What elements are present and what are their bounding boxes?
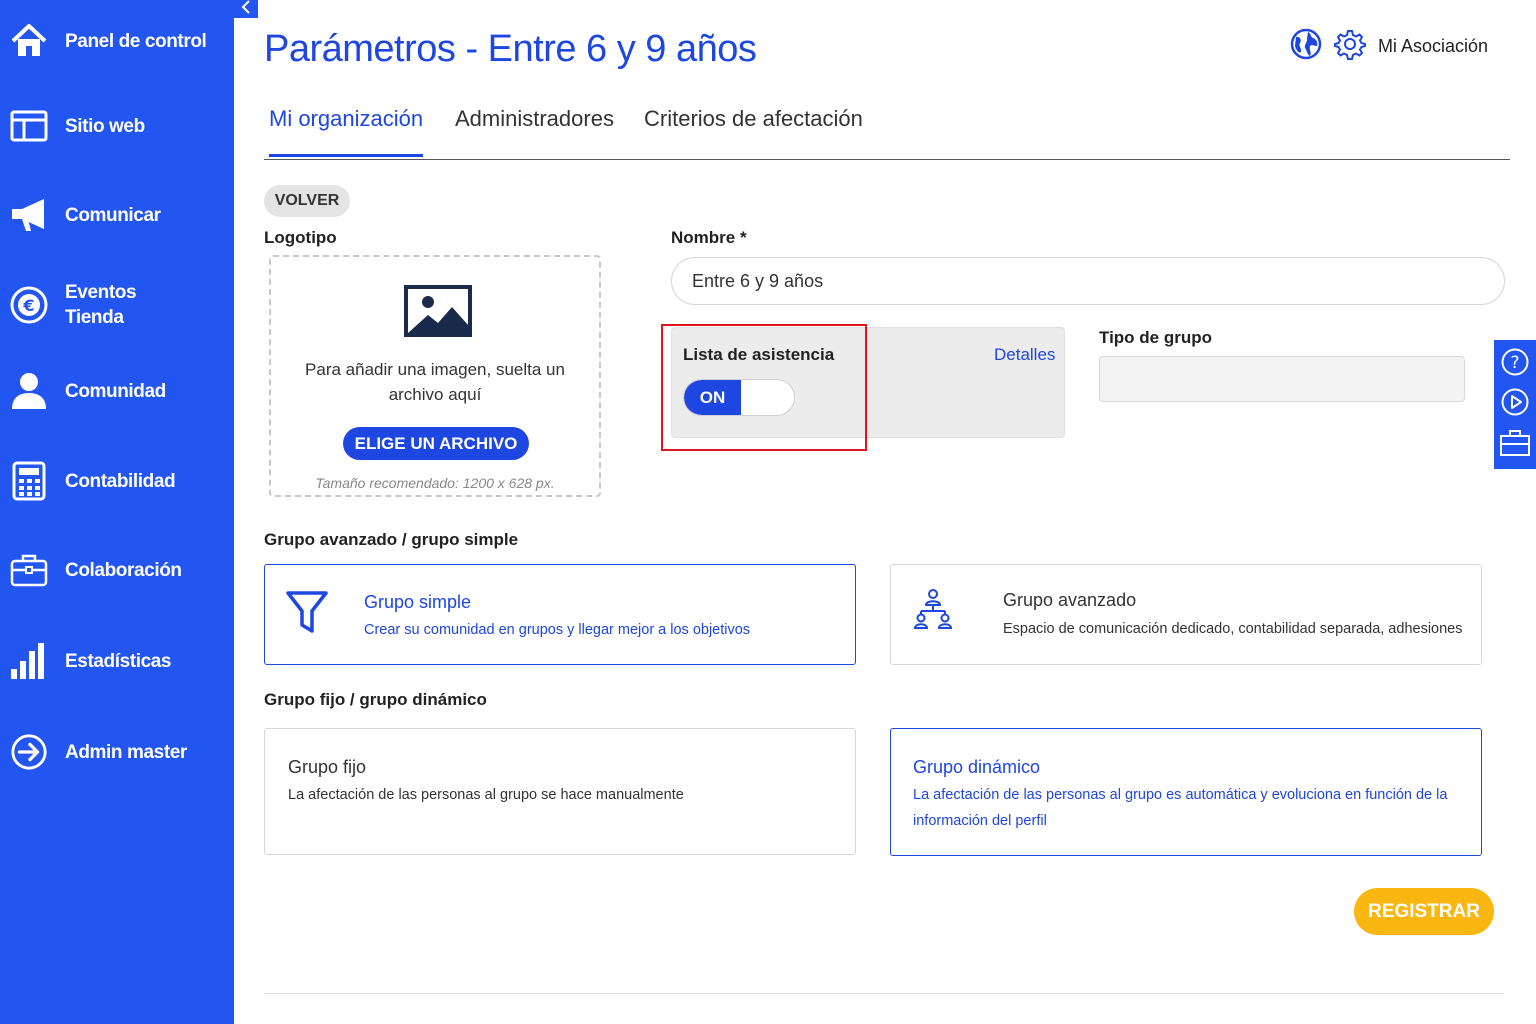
sidebar-item-label: Comunidad xyxy=(65,380,166,402)
sidebar-item-comunidad[interactable]: Comunidad xyxy=(0,368,234,414)
sidebar-item-label: Panel de control xyxy=(65,30,207,52)
website-icon xyxy=(10,107,48,145)
sidebar-item-contabilidad[interactable]: Contabilidad xyxy=(0,458,234,504)
toolbox-icon[interactable] xyxy=(1499,427,1531,462)
main-content: Parámetros - Entre 6 y 9 años Mi Asociac… xyxy=(234,0,1536,1024)
sidebar: Panel de control Sitio web Comunicar € E… xyxy=(0,0,234,1024)
option-description: La afectación de las personas al grupo e… xyxy=(913,787,1448,829)
option-description: La afectación de las personas al grupo s… xyxy=(288,787,684,803)
option-description: Crear su comunidad en grupos y llegar me… xyxy=(364,622,751,638)
tab-administradores[interactable]: Administradores xyxy=(455,106,614,154)
option-grupo-dinamico[interactable]: Grupo dinámico La afectación de las pers… xyxy=(890,728,1482,856)
help-icon[interactable]: ? xyxy=(1500,347,1530,382)
tab-bar: Mi organización Administradores Criterio… xyxy=(264,100,1510,160)
calculator-icon xyxy=(10,461,48,501)
dropzone-text: Para añadir una imagen, suelta un archiv… xyxy=(305,360,565,404)
group-type-select[interactable] xyxy=(1099,356,1465,402)
gear-icon[interactable] xyxy=(1333,28,1366,65)
option-description: Espacio de comunicación dedicado, contab… xyxy=(1003,621,1463,637)
tab-criterios-de-afectacion[interactable]: Criterios de afectación xyxy=(644,106,863,154)
home-icon xyxy=(10,22,48,60)
sidebar-item-label: Admin master xyxy=(65,741,187,763)
floating-help-bar: ? xyxy=(1494,340,1536,469)
sidebar-item-label: Colaboración xyxy=(65,559,182,581)
sidebar-item-sitio-web[interactable]: Sitio web xyxy=(0,103,234,149)
sidebar-item-comunicar[interactable]: Comunicar xyxy=(0,192,234,238)
euro-icon: € xyxy=(10,286,48,324)
divider xyxy=(264,993,1504,994)
image-icon xyxy=(404,285,472,342)
sidebar-item-label: Contabilidad xyxy=(65,470,176,492)
back-button[interactable]: VOLVER xyxy=(264,185,350,217)
sidebar-item-label: Comunicar xyxy=(65,204,161,226)
name-field[interactable] xyxy=(671,257,1505,305)
briefcase-icon xyxy=(10,551,48,589)
page-title: Parámetros - Entre 6 y 9 años xyxy=(264,28,757,70)
option-grupo-simple[interactable]: Grupo simple Crear su comunidad en grupo… xyxy=(264,564,856,665)
section-heading-fixed-dynamic: Grupo fijo / grupo dinámico xyxy=(264,690,487,709)
play-icon[interactable] xyxy=(1500,387,1530,422)
group-type-label: Tipo de grupo xyxy=(1099,328,1213,347)
section-heading-advanced-simple: Grupo avanzado / grupo simple xyxy=(264,530,519,549)
option-grupo-fijo[interactable]: Grupo fijo La afectación de las personas… xyxy=(264,728,856,855)
name-label: Nombre * xyxy=(671,228,747,247)
sidebar-item-label: Sitio web xyxy=(65,115,145,137)
user-icon xyxy=(10,372,48,410)
size-hint: Tamaño recomendado: 1200 x 628 px. xyxy=(315,475,555,491)
sidebar-item-eventos-tienda[interactable]: € Eventos Tienda xyxy=(0,278,234,332)
sidebar-item-label: Estadísticas xyxy=(65,650,172,672)
sidebar-item-admin-master[interactable]: Admin master xyxy=(0,729,234,775)
option-title: Grupo avanzado xyxy=(1003,590,1137,610)
funnel-icon xyxy=(285,589,329,640)
option-title: Grupo dinámico xyxy=(913,757,1041,777)
svg-text:€: € xyxy=(22,296,34,315)
sidebar-item-estadisticas[interactable]: Estadísticas xyxy=(0,638,234,684)
logo-label: Logotipo xyxy=(264,228,337,247)
option-title: Grupo simple xyxy=(364,592,472,612)
choose-file-button[interactable]: ELIGE UN ARCHIVO xyxy=(343,427,529,460)
account-name[interactable]: Mi Asociación xyxy=(1378,36,1488,57)
details-link[interactable]: Detalles xyxy=(994,345,1055,365)
sidebar-item-label: Eventos Tienda xyxy=(65,282,137,328)
sidebar-item-panel-de-control[interactable]: Panel de control xyxy=(0,18,234,64)
bar-chart-icon xyxy=(10,642,48,680)
highlight-box xyxy=(661,324,867,451)
option-grupo-avanzado[interactable]: Grupo avanzado Espacio de comunicación d… xyxy=(890,564,1482,665)
megaphone-icon xyxy=(10,196,48,234)
org-chart-icon xyxy=(911,587,955,636)
tab-mi-organizacion[interactable]: Mi organización xyxy=(269,106,424,157)
globe-icon[interactable] xyxy=(1290,28,1322,65)
arrow-circle-icon xyxy=(10,733,48,771)
register-button[interactable]: REGISTRAR xyxy=(1354,888,1494,935)
top-right-bar: Mi Asociación xyxy=(1290,28,1488,65)
logo-dropzone[interactable]: Para añadir una imagen, suelta un archiv… xyxy=(269,255,601,497)
sidebar-item-colaboracion[interactable]: Colaboración xyxy=(0,547,234,593)
svg-text:?: ? xyxy=(1510,353,1519,373)
option-title: Grupo fijo xyxy=(288,757,367,777)
